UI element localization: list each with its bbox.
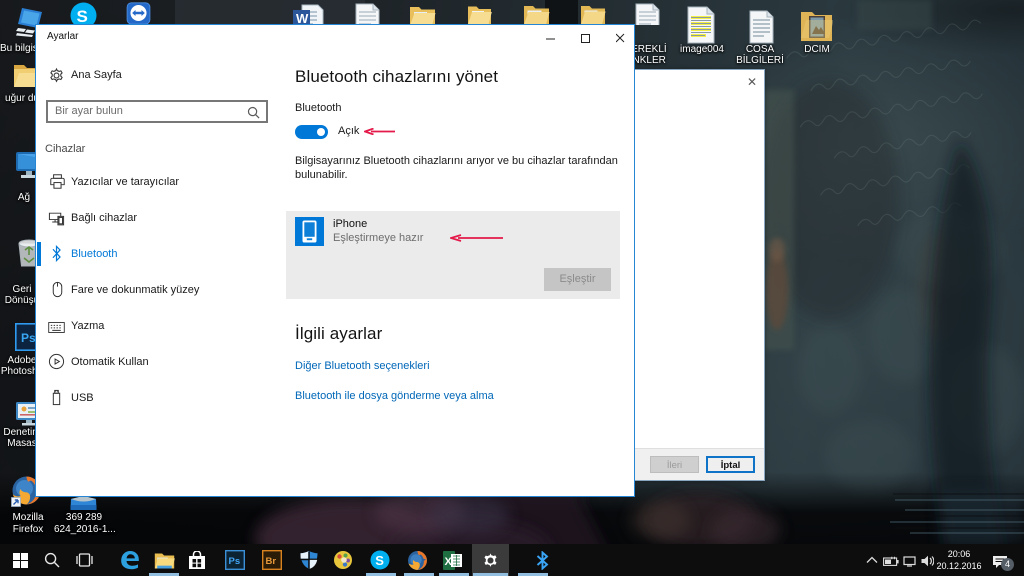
svg-text:W: W (296, 11, 309, 25)
svg-text:Br: Br (266, 556, 277, 567)
svg-text:S: S (375, 553, 384, 568)
svg-text:Ps: Ps (229, 556, 241, 567)
svg-text:Ps: Ps (21, 331, 36, 345)
svg-text:X: X (445, 556, 453, 568)
